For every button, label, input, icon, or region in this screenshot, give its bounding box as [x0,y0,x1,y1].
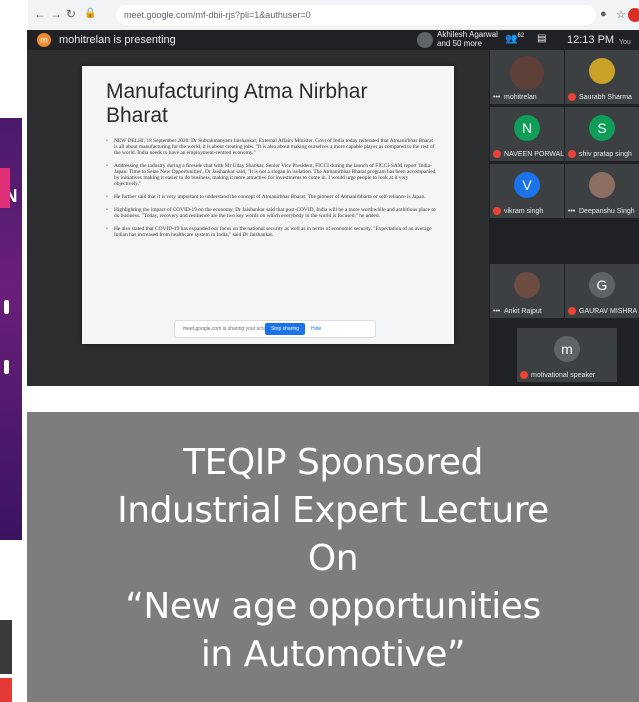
participants-summary[interactable]: Akhilesh Agarwal and 50 more [437,30,507,48]
participant-photo [589,58,615,84]
participant-name: Ankit Rajput [504,308,542,315]
participant-tile[interactable]: ••• Deepanshu Singh [565,164,639,218]
meet-window: m mohitrelan is presenting Akhilesh Agar… [27,30,639,386]
forward-icon[interactable]: → [50,7,62,21]
participant-count: 62 [517,33,525,39]
record-icon[interactable]: ● [600,8,607,20]
poster-mark [4,300,9,314]
banner-line-1: TEQIP Sponsored [183,442,483,483]
meeting-time: 12:13 PM [567,34,615,46]
participants-summary-line1: Akhilesh Agarwal [437,30,498,39]
hide-button[interactable]: Hide [311,326,321,332]
presentation-slide: Manufacturing Atma Nirbhar Bharat NEW DE… [82,66,454,344]
lock-icon: 🔒 [84,8,97,19]
mic-off-icon [568,307,576,315]
presenter-avatar: m [37,33,51,47]
slide-paragraph: He also stated that COVID-19 has expande… [106,226,436,238]
participant-tile[interactable]: V vikram singh [490,164,564,218]
banner-line-4: “New age opportunities [125,586,541,627]
screen-share-bar: meet.google.com is sharing your screen. … [174,320,376,338]
mic-off-icon [568,150,576,158]
participant-tile[interactable]: Saurabh Sharma [565,50,639,104]
poster-mark [4,360,9,374]
event-banner: TEQIP Sponsored Industrial Expert Lectur… [27,412,639,702]
presentation-area: Manufacturing Atma Nirbhar Bharat NEW DE… [27,50,489,386]
reload-icon[interactable]: ↻ [66,7,76,21]
banner-line-3: On [307,538,359,579]
participant-name: vikram singh [504,208,544,215]
slide-paragraph: Addressing the industry during a firesid… [106,163,436,187]
you-label: You [619,39,631,46]
poster-accent [0,168,10,208]
slide-paragraph: He further said that it is very importan… [106,194,436,200]
participant-name: Deepanshu Singh [579,208,635,215]
address-bar[interactable]: meet.google.com/mf-dbii-rjs?pli=1&authus… [116,5,596,25]
participant-tile[interactable]: N NAVEEN PORWAL [490,107,564,161]
participant-tile[interactable]: G GAURAV MISHRA [565,264,639,318]
participant-avatar: m [554,336,580,362]
mic-off-icon [520,371,528,379]
participants-summary-line2: and 50 more [437,39,482,48]
participant-photo [514,272,540,298]
banner-line-2: Industrial Expert Lecture [117,490,549,531]
participant-avatar: V [514,172,540,198]
stop-sharing-button[interactable]: Stop sharing [265,323,305,335]
participant-tile[interactable]: m motivational speaker [517,328,617,382]
background-dark-block [0,620,12,674]
participant-name: motivational speaker [531,372,596,379]
back-icon[interactable]: ← [34,7,46,21]
participant-name: Saurabh Sharma [579,94,632,101]
more-options-icon[interactable]: ••• [493,308,500,315]
browser-toolbar: ← → ↻ 🔒 meet.google.com/mf-dbii-rjs?pli=… [28,0,639,31]
presenting-label: mohitrelan is presenting [59,34,176,46]
more-options-icon[interactable]: ••• [493,94,500,101]
slide-title: Manufacturing Atma Nirbhar Bharat [106,80,368,127]
participant-photo [589,172,615,198]
participants-avatar[interactable] [417,32,433,48]
banner-line-5: in Automotive” [200,634,466,675]
participant-photo [510,56,544,90]
background-red-block [0,678,12,702]
participant-name: mohitrelan [504,94,537,101]
mic-off-icon [493,207,501,215]
participant-tile[interactable]: ••• Ankit Rajput [490,264,564,318]
slide-paragraph: Highlighting the impact of COVID-19 on t… [106,207,436,219]
bookmark-star-icon[interactable]: ☆ [616,8,626,21]
slide-body: NEW DELHI, 18 September 2020: Dr Subrahm… [106,138,436,245]
participant-name: NAVEEN PORWAL [504,151,565,158]
share-notice: meet.google.com is sharing your screen. [183,326,274,332]
mic-off-icon [493,150,501,158]
participant-avatar: S [589,115,615,141]
meet-top-bar: m mohitrelan is presenting Akhilesh Agar… [27,30,639,50]
people-icon[interactable]: 👥62 [505,33,524,44]
participant-avatar: G [589,272,615,298]
more-options-icon[interactable]: ••• [568,208,575,215]
participant-name: shiv pratap singh [579,151,632,158]
participant-avatar: N [514,115,540,141]
chat-icon[interactable]: ▤ [537,33,546,44]
mic-off-icon [568,93,576,101]
participant-name: GAURAV MISHRA [579,308,638,315]
participant-tile[interactable]: S shiv pratap singh [565,107,639,161]
profile-avatar[interactable] [628,8,639,22]
participant-tile[interactable]: ••• mohitrelan [490,50,564,104]
slide-paragraph: NEW DELHI, 18 September 2020: Dr Subrahm… [106,138,436,156]
